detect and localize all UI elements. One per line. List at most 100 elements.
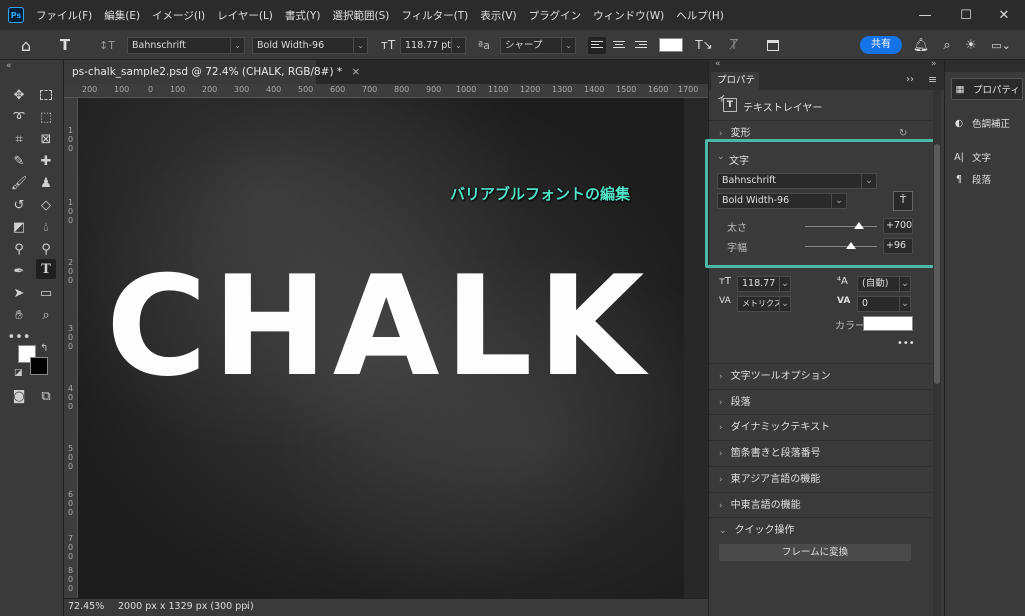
section-type-tool-options[interactable]: › 文字ツールオプション: [709, 363, 931, 388]
minimize-button[interactable]: —: [905, 0, 945, 30]
brush-tool-icon[interactable]: 🖌︎: [9, 173, 29, 193]
eyedropper-tool-icon[interactable]: ✎: [9, 151, 29, 171]
bell-icon[interactable]: 🔔︎: [912, 36, 930, 54]
menu-window[interactable]: ウィンドウ(W): [587, 8, 670, 23]
maximize-button[interactable]: ☐: [946, 0, 986, 30]
workspace-icon[interactable]: ▭⌄: [990, 36, 1012, 54]
text-color-field[interactable]: [863, 316, 913, 331]
axis-width-slider-thumb[interactable]: [846, 242, 857, 249]
quick-mask-icon[interactable]: ◙: [9, 386, 29, 406]
menu-file[interactable]: ファイル(F): [30, 8, 98, 23]
font-family-select[interactable]: Bahnschrift ⌄: [127, 37, 245, 54]
section-quick-actions[interactable]: ⌄ クイック操作: [709, 517, 931, 542]
variable-font-icon[interactable]: Ť: [893, 191, 913, 211]
axis-weight-slider-thumb[interactable]: [854, 222, 864, 229]
close-tab-icon[interactable]: ×: [352, 66, 361, 78]
font-style-select[interactable]: Bold Width-96 ⌄: [252, 37, 368, 54]
panels-toggle-icon[interactable]: [763, 36, 783, 54]
path-select-tool-icon[interactable]: ➤: [9, 283, 29, 303]
dock-item-character[interactable]: A| 文字: [951, 146, 1023, 168]
tab-properties[interactable]: プロパティ: [711, 72, 759, 104]
axis-weight-input[interactable]: +700: [883, 218, 913, 234]
menu-help[interactable]: ヘルプ(H): [670, 8, 730, 23]
scrollbar-thumb[interactable]: [934, 144, 940, 384]
type-tool-icon[interactable]: T: [36, 259, 56, 279]
panel-menu-icon[interactable]: ≡: [928, 73, 937, 86]
menu-view[interactable]: 表示(V): [474, 8, 522, 23]
document-info[interactable]: 2000 px x 1329 px (300 ppi): [118, 599, 254, 615]
lasso-tool-icon[interactable]: ➰︎: [9, 107, 29, 127]
search-icon[interactable]: ⌕: [938, 36, 956, 54]
section-bullets-numbering[interactable]: › 箇条書きと段落番号: [709, 440, 931, 465]
expand-icon[interactable]: ››: [906, 74, 914, 85]
stamp-tool-icon[interactable]: ♟: [36, 173, 56, 193]
chevron-right-icon[interactable]: ›: [246, 599, 250, 615]
canvas-text-layer[interactable]: CHALK: [106, 258, 649, 396]
collapse-toolbox-icon[interactable]: «: [6, 61, 12, 71]
chevron-down-icon[interactable]: ⌄: [899, 296, 911, 312]
dock-item-adjustments[interactable]: ◐ 色調補正: [951, 112, 1023, 134]
lightbulb-icon[interactable]: ☀︎: [962, 36, 980, 54]
pen-tool-icon[interactable]: ✒: [9, 261, 29, 281]
axis-weight-slider[interactable]: [805, 226, 877, 227]
font-size-select[interactable]: 118.77 pt ⌄: [400, 37, 466, 54]
marquee-tool-icon[interactable]: [36, 85, 56, 105]
font-style-field[interactable]: Bold Width-96: [717, 193, 847, 209]
collapse-right-icon[interactable]: »: [931, 59, 937, 69]
3d-text-icon[interactable]: Ⱦ: [724, 36, 744, 54]
align-left-button[interactable]: [588, 37, 606, 54]
collapse-left-icon[interactable]: «: [715, 59, 721, 69]
object-select-tool-icon[interactable]: ⬚: [36, 107, 56, 127]
chevron-down-icon[interactable]: ⌄: [899, 276, 911, 292]
align-right-button[interactable]: [632, 37, 650, 54]
home-icon[interactable]: ⌂: [16, 36, 36, 55]
section-character[interactable]: ⌄ 文字: [709, 152, 931, 168]
background-color-swatch[interactable]: [30, 357, 48, 375]
dock-item-properties[interactable]: ▦ プロパティ: [951, 78, 1023, 100]
section-east-asian-features[interactable]: › 東アジア言語の機能: [709, 466, 931, 491]
eraser-tool-icon[interactable]: ◇: [36, 195, 56, 215]
chevron-down-icon[interactable]: ⌄: [861, 173, 877, 189]
dock-item-paragraph[interactable]: ¶ 段落: [951, 168, 1023, 190]
menu-type[interactable]: 書式(Y): [279, 8, 327, 23]
axis-width-input[interactable]: +96: [883, 238, 913, 254]
blur-tool-icon[interactable]: 💧︎: [36, 217, 56, 237]
menu-edit[interactable]: 編集(E): [98, 8, 146, 23]
rectangle-tool-icon[interactable]: ▭: [36, 283, 56, 303]
axis-width-slider[interactable]: [805, 246, 877, 247]
healing-brush-tool-icon[interactable]: ✚: [36, 151, 56, 171]
history-brush-tool-icon[interactable]: ↺: [9, 195, 29, 215]
menu-select[interactable]: 選択範囲(S): [327, 8, 396, 23]
sponge-tool-icon[interactable]: ⚲: [36, 239, 56, 259]
chevron-down-icon[interactable]: ⌄: [831, 193, 847, 209]
more-options-icon[interactable]: •••: [897, 338, 915, 349]
antialias-select[interactable]: シャープ ⌄: [500, 37, 576, 54]
properties-scrollbar[interactable]: [933, 90, 941, 616]
chevron-down-icon[interactable]: ⌄: [779, 276, 791, 292]
menu-layer[interactable]: レイヤー(L): [211, 8, 279, 23]
dodge-tool-icon[interactable]: ⚲: [9, 239, 29, 259]
close-window-button[interactable]: ✕: [984, 0, 1024, 30]
text-color-swatch[interactable]: [659, 38, 683, 52]
paint-bucket-tool-icon[interactable]: ◩: [9, 217, 29, 237]
section-middle-eastern-features[interactable]: › 中東言語の機能: [709, 492, 931, 517]
default-colors-icon[interactable]: ◪: [14, 368, 23, 378]
crop-tool-icon[interactable]: ⌗: [9, 129, 29, 149]
frame-tool-icon[interactable]: ⊠: [36, 129, 56, 149]
zoom-level[interactable]: 72.45%: [68, 599, 104, 615]
chalkboard-image[interactable]: CHALK: [78, 98, 684, 598]
menu-image[interactable]: イメージ(I): [146, 8, 211, 23]
font-family-field[interactable]: Bahnschrift: [717, 173, 877, 189]
zoom-tool-icon[interactable]: ⌕: [36, 305, 56, 325]
convert-to-frame-button[interactable]: フレームに変換: [719, 544, 911, 561]
align-center-button[interactable]: [610, 37, 628, 54]
text-orientation-icon[interactable]: ↕T: [96, 36, 118, 54]
menu-filter[interactable]: フィルター(T): [395, 8, 474, 23]
canvas-area[interactable]: CHALK バリアブルフォントの編集: [78, 98, 708, 598]
swap-colors-icon[interactable]: ↰: [40, 343, 48, 354]
section-paragraph[interactable]: › 段落: [709, 389, 931, 414]
text-tool-preset-icon[interactable]: T: [52, 36, 78, 54]
hand-tool-icon[interactable]: ✋︎: [9, 305, 29, 325]
document-tab[interactable]: ps-chalk_sample2.psd @ 72.4% (CHALK, RGB…: [64, 60, 360, 84]
move-tool-icon[interactable]: ✥: [9, 85, 29, 105]
